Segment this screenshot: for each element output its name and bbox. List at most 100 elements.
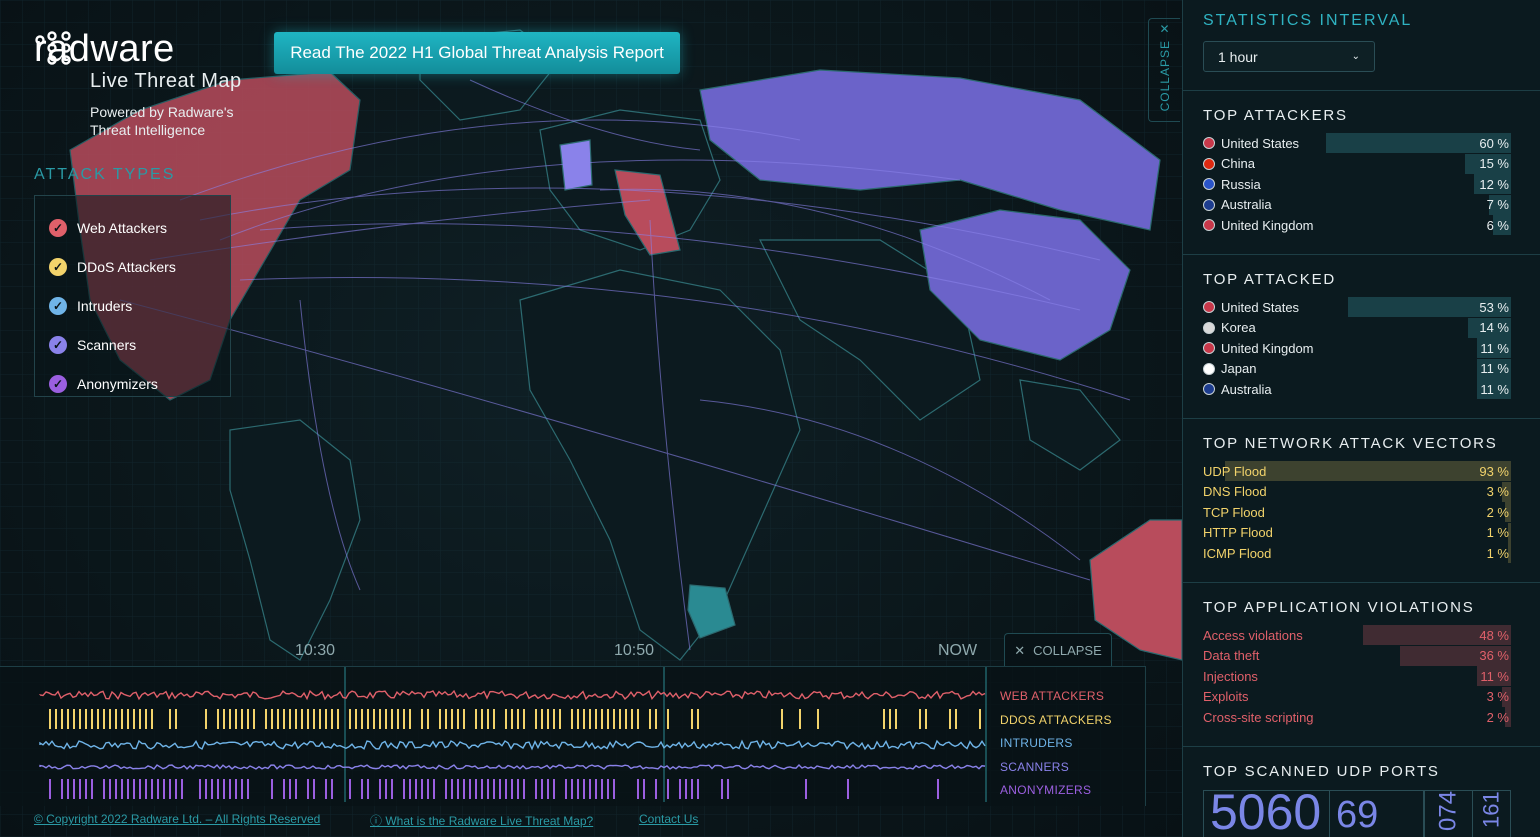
stat-percent: 11 % <box>1480 340 1509 356</box>
timeline-time-1050: 10:50 <box>614 642 655 659</box>
stat-name: Russia <box>1221 176 1261 192</box>
attack-type-scanners[interactable]: ✓ Scanners <box>49 325 230 364</box>
country-flag-icon <box>1203 137 1215 149</box>
country-flag-icon <box>1203 301 1215 313</box>
network-vectors-title: TOP NETWORK ATTACK VECTORS <box>1203 435 1498 452</box>
stat-name: Australia <box>1221 381 1272 397</box>
chevron-down-icon: ⌄ <box>1351 51 1360 62</box>
country-flag-icon <box>1203 342 1215 354</box>
attack-type-intruders[interactable]: ✓ Intruders <box>49 286 230 325</box>
checkbox-checked-icon[interactable]: ✓ <box>49 218 67 237</box>
legend-scanners: SCANNERS <box>1000 760 1070 774</box>
stat-row: TCP Flood 2 % <box>1203 502 1511 522</box>
stat-name: Injections <box>1203 668 1258 684</box>
stat-name: Cross-site scripting <box>1203 709 1314 725</box>
country-flag-icon <box>1203 219 1215 231</box>
country-flag-icon <box>1203 362 1215 375</box>
timeline-series-line <box>49 709 981 729</box>
stat-percent: 2 % <box>1486 504 1509 520</box>
attack-type-ddos[interactable]: ✓ DDoS Attackers <box>49 247 230 286</box>
close-icon: ✕ <box>1159 21 1170 36</box>
divider <box>1183 418 1540 419</box>
stat-row: DNS Flood 3 % <box>1203 481 1511 502</box>
stat-name: ICMP Flood <box>1203 545 1272 561</box>
stat-percent: 14 % <box>1479 320 1509 335</box>
divider <box>1183 582 1540 583</box>
stat-percent: 1 % <box>1486 525 1509 540</box>
stat-row: United States 60 % <box>1203 133 1511 153</box>
app-violations-title: TOP APPLICATION VIOLATIONS <box>1203 599 1475 616</box>
top-attackers-title: TOP ATTACKERS <box>1203 107 1348 124</box>
timeline-series-line <box>49 779 939 799</box>
stat-name: Japan <box>1221 361 1257 376</box>
udp-ports-title: TOP SCANNED UDP PORTS <box>1203 763 1440 780</box>
what-is-link[interactable]: ⓘ What is the Radware Live Threat Map? <box>370 812 593 829</box>
stat-percent: 3 % <box>1486 689 1509 704</box>
stat-name: HTTP Flood <box>1203 525 1273 540</box>
attack-type-anonymizers[interactable]: ✓ Anonymizers <box>49 364 230 403</box>
stat-percent: 15 % <box>1479 156 1509 171</box>
attack-types-panel: ✓ Web Attackers ✓ DDoS Attackers ✓ Intru… <box>34 195 231 397</box>
stat-percent: 93 % <box>1479 463 1509 479</box>
stat-percent: 60 % <box>1479 135 1509 151</box>
checkbox-checked-icon[interactable]: ✓ <box>49 335 67 354</box>
stat-name: DNS Flood <box>1203 484 1267 499</box>
attack-timeline[interactable] <box>0 666 1146 806</box>
stat-row: UDP Flood 93 % <box>1203 461 1511 481</box>
legend-web-attackers: WEB ATTACKERS <box>1000 689 1105 703</box>
stat-bar <box>1224 461 1511 481</box>
legend-intruders: INTRUDERS <box>1000 736 1073 750</box>
country-flag-icon <box>1203 157 1215 170</box>
timeline-series-line <box>39 764 986 770</box>
interval-select[interactable]: 1 hour ⌄ <box>1203 41 1375 72</box>
threat-map[interactable]: radware Live Threat Map Powered by Radwa… <box>0 0 1182 837</box>
stat-row: Cross-site scripting 2 % <box>1203 707 1511 727</box>
attack-types-title: ATTACK TYPES <box>34 166 176 183</box>
sidebar-collapse-tab[interactable]: ✕ COLLAPSE <box>1148 18 1180 122</box>
checkbox-checked-icon[interactable]: ✓ <box>49 374 67 393</box>
divider <box>1183 254 1540 255</box>
copyright-link[interactable]: © Copyright 2022 Radware Ltd. – All Righ… <box>34 812 320 826</box>
country-flag-icon <box>1203 178 1215 190</box>
close-icon: ✕ <box>1014 642 1026 658</box>
timeline-graph <box>39 667 987 802</box>
stat-percent: 36 % <box>1479 648 1509 663</box>
stat-name: Korea <box>1221 320 1256 335</box>
contact-us-link[interactable]: Contact Us <box>639 812 698 826</box>
stat-row: United States 53 % <box>1203 297 1511 317</box>
stat-row: Australia 11 % <box>1203 379 1511 399</box>
stat-percent: 11 % <box>1480 361 1509 376</box>
top-attacked-title: TOP ATTACKED <box>1203 271 1337 288</box>
stat-name: Data theft <box>1203 648 1260 663</box>
legend-anonymizers: ANONYMIZERS <box>1000 783 1092 797</box>
stat-name: Australia <box>1221 197 1272 212</box>
stat-row: Russia 12 % <box>1203 174 1511 194</box>
udp-port-item: 69 <box>1330 791 1424 837</box>
stat-percent: 7 % <box>1486 197 1509 212</box>
stat-percent: 48 % <box>1479 627 1509 643</box>
stat-percent: 12 % <box>1479 176 1509 192</box>
timeline-collapse-button[interactable]: ✕ COLLAPSE <box>1004 633 1112 667</box>
timeline-series-line <box>39 739 986 751</box>
stat-name: Exploits <box>1203 689 1249 704</box>
stat-percent: 11 % <box>1480 381 1509 397</box>
checkbox-checked-icon[interactable]: ✓ <box>49 296 67 315</box>
udp-port-item: 161 <box>1472 791 1510 837</box>
divider <box>1183 746 1540 747</box>
checkbox-checked-icon[interactable]: ✓ <box>49 257 67 276</box>
report-button[interactable]: Read The 2022 H1 Global Threat Analysis … <box>274 32 680 74</box>
stat-percent: 11 % <box>1480 668 1509 684</box>
udp-ports-list: 5060 69 074 161 <box>1203 790 1511 837</box>
stat-percent: 1 % <box>1486 545 1509 561</box>
stat-name: United Kingdom <box>1221 340 1314 356</box>
timeline-time-now: NOW <box>938 642 978 659</box>
stat-name: China <box>1221 156 1255 171</box>
attack-type-web[interactable]: ✓ Web Attackers <box>49 208 230 247</box>
country-flag-icon <box>1203 198 1215 211</box>
radware-dots-icon <box>35 31 71 65</box>
udp-port-item: 5060 <box>1204 791 1330 837</box>
radware-logo[interactable]: radware Live Threat Map Powered by Radwa… <box>34 30 264 139</box>
stat-row: United Kingdom 6 % <box>1203 215 1511 235</box>
stat-percent: 2 % <box>1486 709 1509 725</box>
stat-name: UDP Flood <box>1203 463 1267 479</box>
